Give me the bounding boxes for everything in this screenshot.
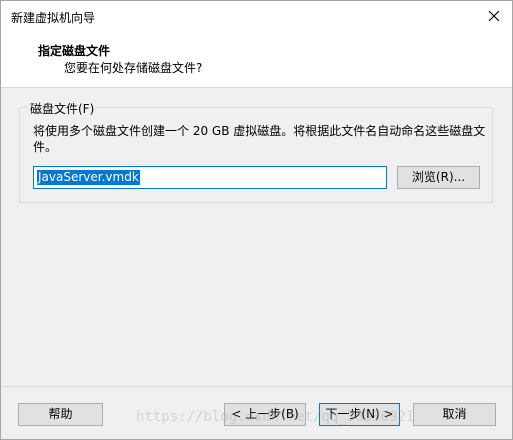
new-vm-wizard-dialog: 新建虚拟机向导 指定磁盘文件 您要在何处存储磁盘文件? 磁盘文件(F) 将使用多… <box>0 0 513 440</box>
browse-button[interactable]: 浏览(R)... <box>397 166 480 189</box>
disk-file-name-input[interactable]: JavaServer.vmdk <box>33 166 387 189</box>
disk-file-description: 将使用多个磁盘文件创建一个 20 GB 虚拟磁盘。将根据此文件名自动命名这些磁盘… <box>33 124 486 154</box>
footer-divider <box>1 386 512 387</box>
next-button[interactable]: 下一步(N) > <box>319 403 400 426</box>
disk-file-name-value: JavaServer.vmdk <box>37 170 140 185</box>
help-button[interactable]: 帮助 <box>18 403 103 426</box>
page-title: 指定磁盘文件 <box>38 44 111 58</box>
back-button[interactable]: < 上一步(B) <box>224 403 306 426</box>
close-icon <box>488 10 500 22</box>
title-bar: 新建虚拟机向导 <box>1 1 512 32</box>
window-title: 新建虚拟机向导 <box>11 11 96 25</box>
wizard-header: 指定磁盘文件 您要在何处存储磁盘文件? <box>1 32 512 88</box>
close-button[interactable] <box>476 1 512 32</box>
page-subtitle: 您要在何处存储磁盘文件? <box>64 61 203 75</box>
disk-file-group: 磁盘文件(F) 将使用多个磁盘文件创建一个 20 GB 虚拟磁盘。将根据此文件名… <box>19 100 493 203</box>
disk-file-group-label: 磁盘文件(F) <box>28 100 97 117</box>
cancel-button[interactable]: 取消 <box>413 403 496 426</box>
